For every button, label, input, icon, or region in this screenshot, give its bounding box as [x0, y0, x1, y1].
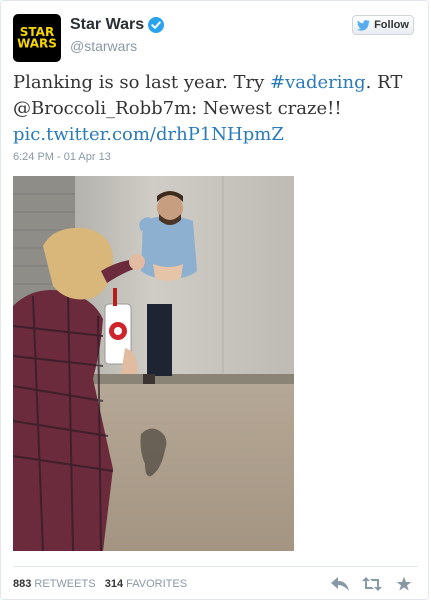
author-name[interactable]: Star Wars	[70, 16, 144, 34]
star-icon[interactable]	[394, 575, 414, 593]
logo-line-2: WARS	[17, 35, 57, 51]
author-name-row: Star Wars	[70, 16, 165, 34]
favorites-label[interactable]: FAVORITES	[126, 578, 187, 590]
tweet-actions	[330, 575, 414, 593]
tweet-timestamp[interactable]: 6:24 PM - 01 Apr 13	[13, 151, 111, 163]
follow-button[interactable]: Follow	[352, 15, 414, 35]
tweet-stats: 883 RETWEETS 314 FAVORITES	[13, 578, 187, 590]
star-wars-logo: STAR WARS	[17, 25, 57, 51]
retweets-label[interactable]: RETWEETS	[34, 578, 95, 590]
author-handle[interactable]: @starwars	[70, 38, 137, 54]
reply-icon[interactable]	[330, 575, 350, 593]
tweet-photo[interactable]	[13, 176, 294, 551]
pic-link[interactable]: pic.twitter.com/drhP1NHpmZ	[13, 124, 284, 145]
follow-label: Follow	[374, 19, 409, 31]
twitter-bird-icon	[357, 19, 371, 31]
retweets-count[interactable]: 883	[13, 578, 31, 590]
verified-badge-icon	[148, 17, 165, 33]
tweet-card: STAR WARS Star Wars @starwars Follow Pla…	[0, 0, 429, 600]
tweet-text-part-1: Planking is so last year. Try	[13, 72, 271, 93]
retweet-icon[interactable]	[362, 575, 382, 593]
avatar[interactable]: STAR WARS	[13, 14, 61, 62]
hashtag-link[interactable]: #vadering	[270, 72, 366, 93]
vadering-photo	[13, 176, 294, 551]
favorites-count[interactable]: 314	[105, 578, 123, 590]
stats-divider	[13, 566, 418, 567]
tweet-text: Planking is so last year. Try #vadering.…	[13, 70, 413, 148]
